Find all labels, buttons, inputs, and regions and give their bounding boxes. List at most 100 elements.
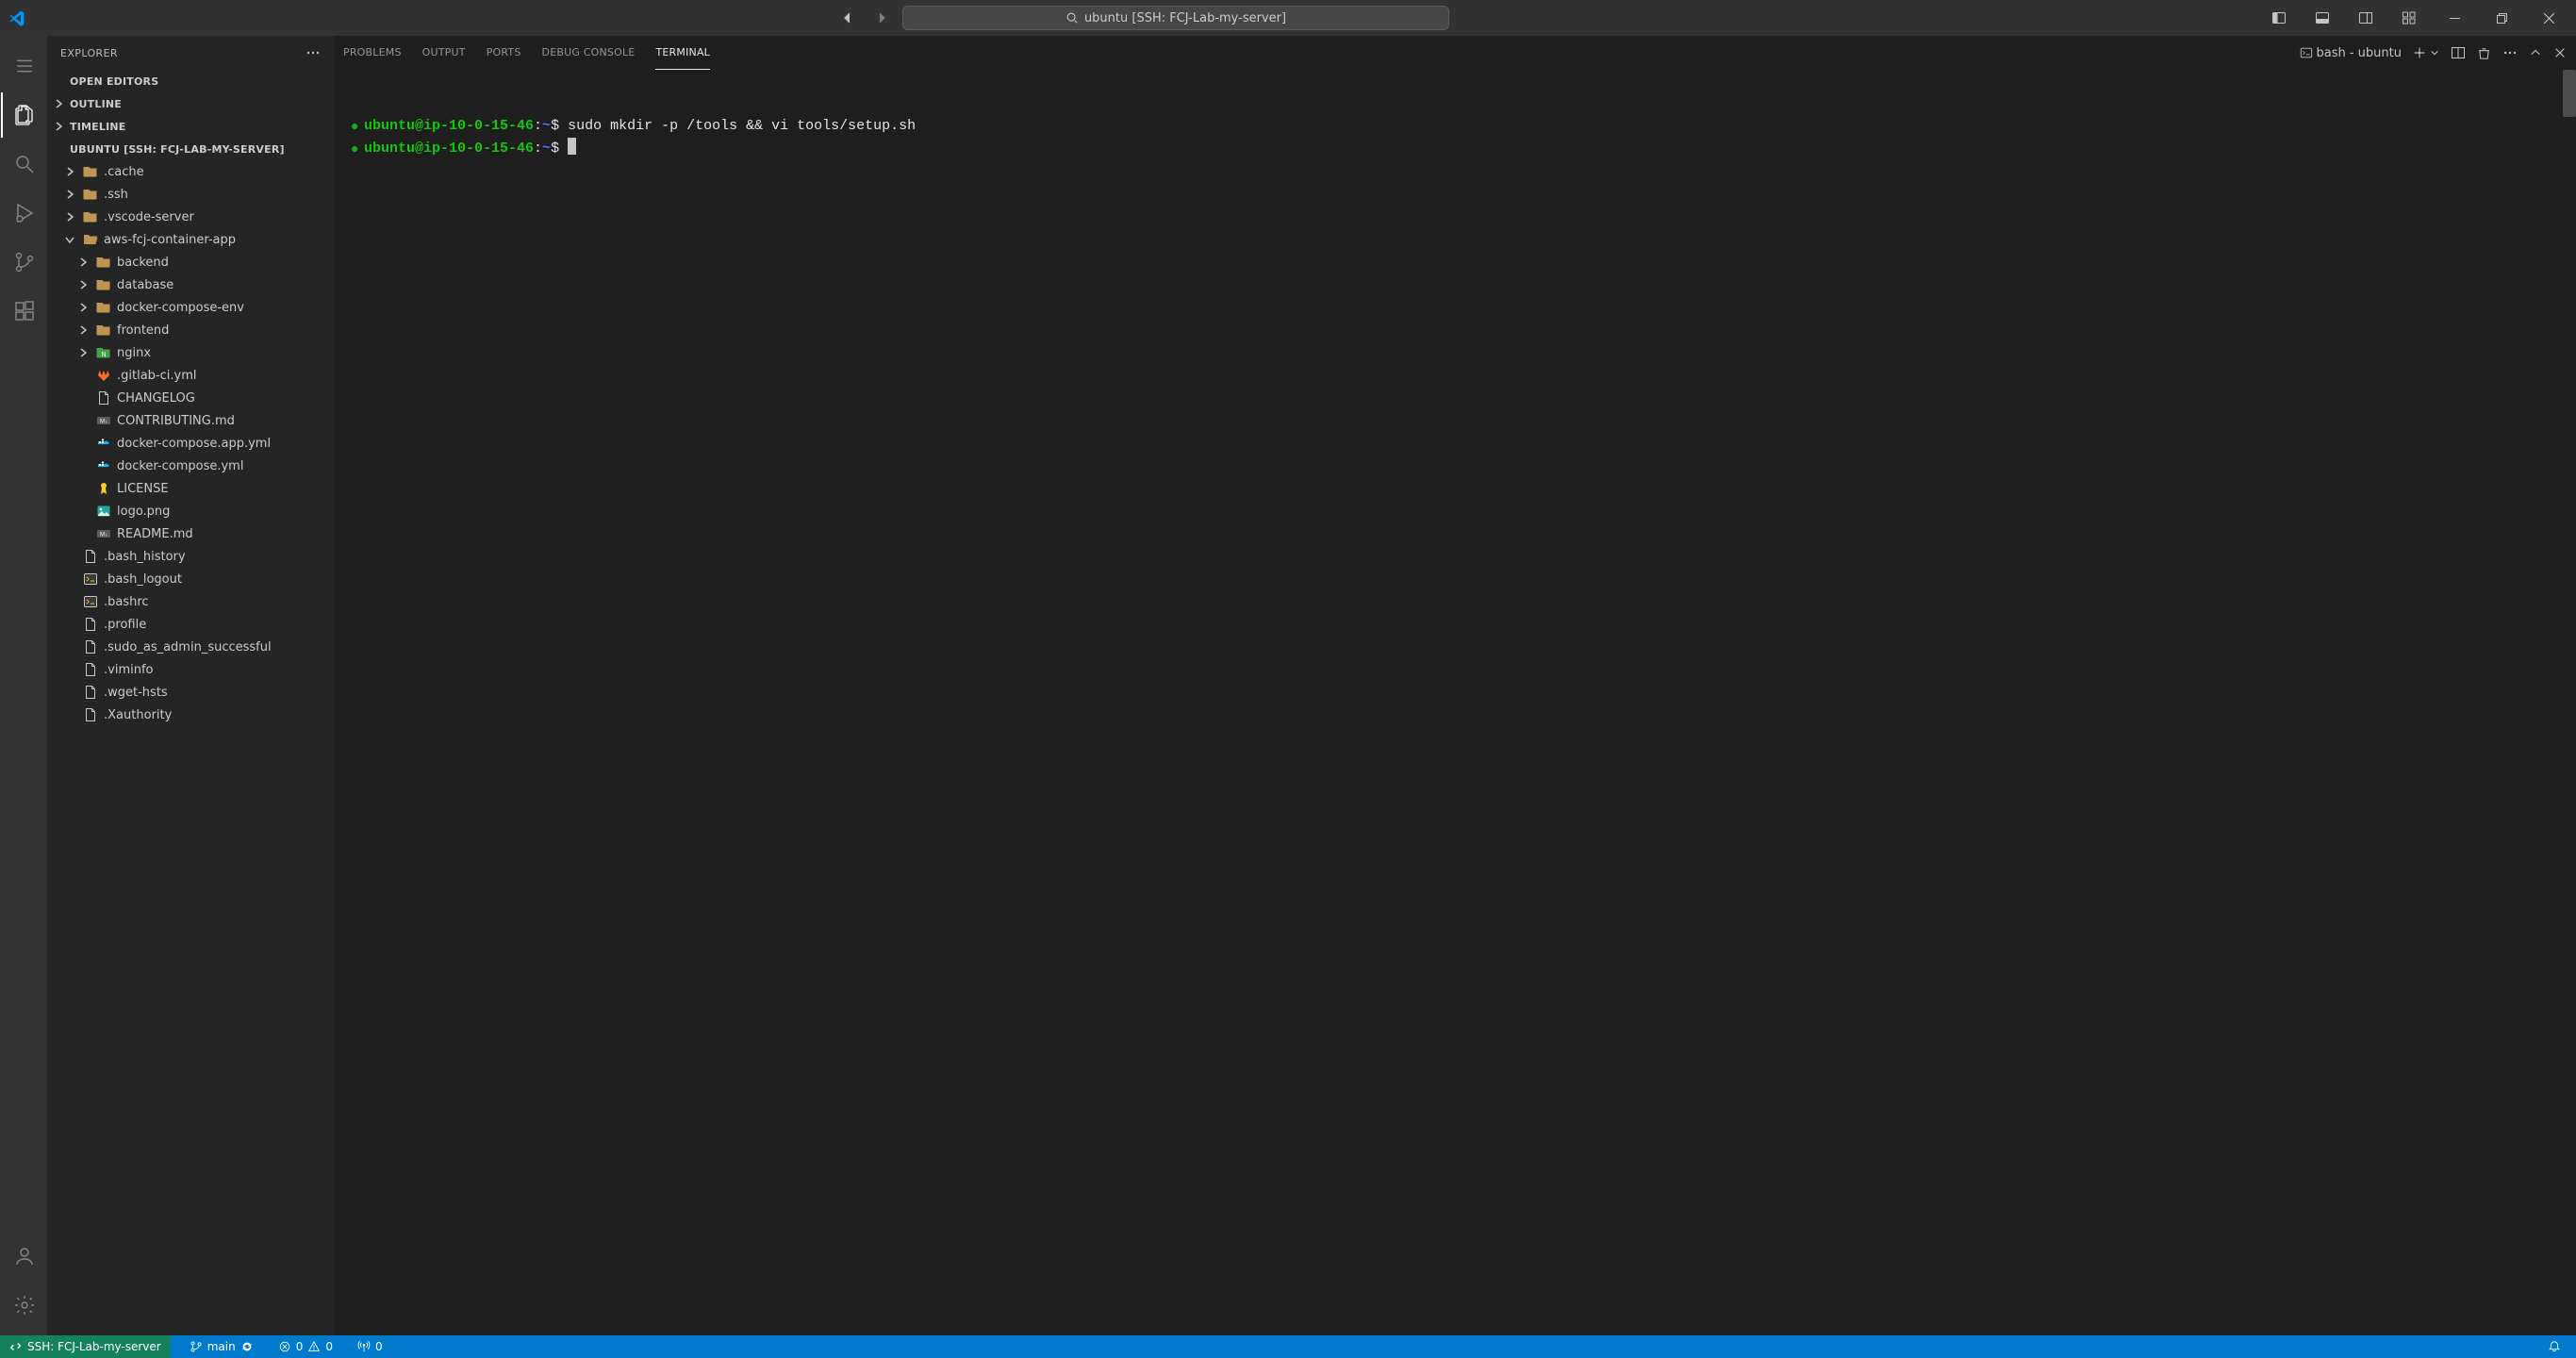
tab-debug-console[interactable]: DEBUG CONSOLE <box>542 36 636 70</box>
tree-item[interactable]: backend <box>47 251 334 273</box>
tab-output[interactable]: OUTPUT <box>422 36 466 70</box>
tree-item-label: LICENSE <box>117 482 169 496</box>
twisty-icon <box>75 436 91 451</box>
tree-item[interactable]: aws-fcj-container-app <box>47 228 334 251</box>
layout-secondary-sidebar-icon[interactable] <box>2346 4 2386 32</box>
section-timeline[interactable]: TIMELINE <box>47 115 334 138</box>
tree-item[interactable]: .Xauthority <box>47 704 334 726</box>
activity-menu-icon[interactable] <box>1 43 46 89</box>
status-ports[interactable]: 0 <box>352 1335 388 1358</box>
status-remote-indicator[interactable]: SSH: FCJ-Lab-my-server <box>0 1335 171 1358</box>
warning-icon <box>307 1340 321 1353</box>
panel-chevron-icon[interactable] <box>2529 46 2542 59</box>
terminal-kill-button[interactable] <box>2477 46 2491 60</box>
panel-close-button[interactable] <box>2553 46 2567 59</box>
activity-explorer-icon[interactable] <box>1 92 46 138</box>
tree-item[interactable]: logo.png <box>47 500 334 522</box>
status-branch[interactable]: main <box>184 1335 259 1358</box>
tree-item-label: .bashrc <box>104 595 149 609</box>
prompt-bullet-icon: ● <box>351 141 364 156</box>
section-timeline-label: TIMELINE <box>70 121 125 133</box>
customize-layout-icon[interactable] <box>2389 4 2429 32</box>
file-icon <box>83 685 98 700</box>
tree-item[interactable]: .bash_history <box>47 545 334 568</box>
activity-settings-icon[interactable] <box>1 1283 46 1328</box>
layout-primary-sidebar-icon[interactable] <box>2259 4 2299 32</box>
tree-item[interactable]: .wget-hsts <box>47 681 334 704</box>
section-open-editors[interactable]: OPEN EDITORS <box>47 70 334 92</box>
terminal-more-icon[interactable] <box>2502 45 2518 60</box>
svg-text:N: N <box>101 352 106 358</box>
section-workspace-label: UBUNTU [SSH: FCJ-LAB-MY-SERVER] <box>70 143 285 156</box>
folder-nginx-icon: N <box>96 345 111 360</box>
tree-item[interactable]: M↓README.md <box>47 522 334 545</box>
tree-item-label: .bash_history <box>104 550 186 564</box>
tree-item[interactable]: docker-compose.yml <box>47 455 334 477</box>
tree-item[interactable]: database <box>47 273 334 296</box>
folder-icon <box>96 300 111 315</box>
terminal-shell-selector[interactable]: bash - ubuntu <box>2300 46 2403 60</box>
tree-item[interactable]: Nnginx <box>47 341 334 364</box>
status-problems[interactable]: 0 0 <box>272 1335 339 1358</box>
activity-extensions-icon[interactable] <box>1 289 46 334</box>
tab-ports[interactable]: PORTS <box>487 36 521 70</box>
status-remote-label: SSH: FCJ-Lab-my-server <box>27 1340 161 1353</box>
twisty-icon <box>75 481 91 496</box>
terminal-scrollbar[interactable] <box>2563 70 2576 1335</box>
tree-item[interactable]: CHANGELOG <box>47 387 334 409</box>
radio-tower-icon <box>357 1340 371 1353</box>
svg-text:M↓: M↓ <box>100 533 107 538</box>
nav-back-button[interactable] <box>834 5 861 31</box>
tree-item[interactable]: .bashrc <box>47 590 334 613</box>
bell-icon <box>2548 1340 2561 1353</box>
twisty-icon <box>75 323 91 338</box>
tree-item[interactable]: docker-compose.app.yml <box>47 432 334 455</box>
tree-item[interactable]: .gitlab-ci.yml <box>47 364 334 387</box>
tree-item[interactable]: .profile <box>47 613 334 636</box>
tree-item-label: .viminfo <box>104 663 153 677</box>
folder-icon <box>96 323 111 338</box>
terminal-line: ●ubuntu@ip-10-0-15-46:~$ <box>351 138 2559 160</box>
activity-accounts-icon[interactable] <box>1 1234 46 1279</box>
terminal-new-button[interactable] <box>2413 46 2439 59</box>
window-minimize-button[interactable] <box>2433 4 2476 32</box>
status-errors-count: 0 <box>296 1340 304 1353</box>
tree-item[interactable]: .vscode-server <box>47 206 334 228</box>
terminal-content[interactable]: ●ubuntu@ip-10-0-15-46:~$ sudo mkdir -p /… <box>334 70 2576 1335</box>
tree-item[interactable]: .viminfo <box>47 658 334 681</box>
tree-item[interactable]: .bash_logout <box>47 568 334 590</box>
sidebar-more-icon[interactable] <box>305 45 321 60</box>
command-center-search[interactable]: ubuntu [SSH: FCJ-Lab-my-server] <box>902 6 1449 30</box>
tree-item[interactable]: .ssh <box>47 183 334 206</box>
tree-item-label: database <box>117 278 173 292</box>
tree-item[interactable]: LICENSE <box>47 477 334 500</box>
tree-item[interactable]: M↓CONTRIBUTING.md <box>47 409 334 432</box>
tab-terminal[interactable]: TERMINAL <box>655 36 710 70</box>
tab-problems[interactable]: PROBLEMS <box>343 36 402 70</box>
file-tree[interactable]: .cache.ssh.vscode-serveraws-fcj-containe… <box>47 160 334 1335</box>
tree-item[interactable]: .sudo_as_admin_successful <box>47 636 334 658</box>
md-icon: M↓ <box>96 413 111 428</box>
nav-forward-button[interactable] <box>868 5 895 31</box>
tree-item-label: logo.png <box>117 505 170 519</box>
console-icon <box>83 571 98 587</box>
section-outline[interactable]: OUTLINE <box>47 92 334 115</box>
section-workspace[interactable]: UBUNTU [SSH: FCJ-LAB-MY-SERVER] <box>47 138 334 160</box>
tree-item[interactable]: .cache <box>47 160 334 183</box>
tree-item[interactable]: frontend <box>47 319 334 341</box>
twisty-icon <box>62 187 77 202</box>
terminal-line: ●ubuntu@ip-10-0-15-46:~$ sudo mkdir -p /… <box>351 116 2559 138</box>
window-maximize-button[interactable] <box>2480 4 2523 32</box>
sidebar-explorer: EXPLORER OPEN EDITORS OUTLINE TIMELINE U… <box>47 36 334 1335</box>
tree-item[interactable]: docker-compose-env <box>47 296 334 319</box>
status-notifications[interactable] <box>2542 1335 2567 1358</box>
tree-item-label: CHANGELOG <box>117 391 195 406</box>
activity-search-icon[interactable] <box>1 141 46 187</box>
twisty-icon <box>62 617 77 632</box>
terminal-split-button[interactable] <box>2451 45 2466 60</box>
tree-item-label: docker-compose-env <box>117 301 244 315</box>
activity-source-control-icon[interactable] <box>1 240 46 285</box>
activity-run-debug-icon[interactable] <box>1 190 46 236</box>
window-close-button[interactable] <box>2527 4 2570 32</box>
layout-panel-icon[interactable] <box>2303 4 2342 32</box>
